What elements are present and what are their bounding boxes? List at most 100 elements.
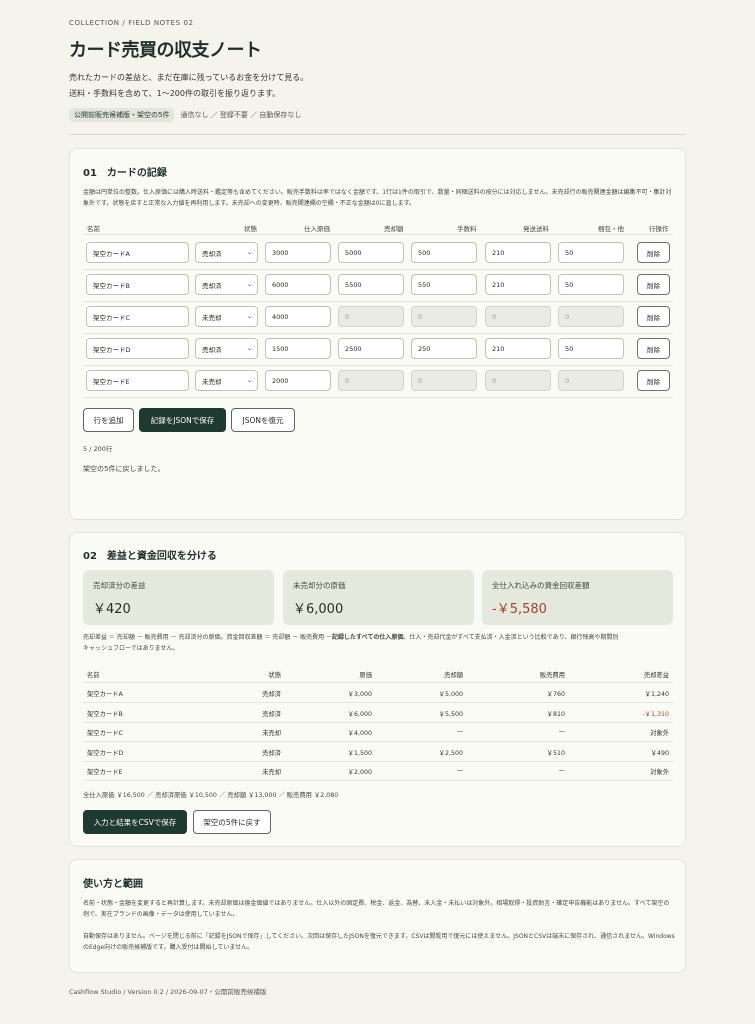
stat-sold-profit: 売却済分の差益 ￥420 <box>83 570 274 625</box>
formula-text: 売却差益 ＝ 売却額 － 販売費用 － 売却済分の原価。資金回収差額 ＝ 売却額… <box>83 634 332 641</box>
status-badge: 公開前販売候補版・架空の5件 <box>69 108 175 122</box>
cost-input[interactable]: 4000 <box>265 306 331 327</box>
pack-input: 0 <box>558 370 624 391</box>
reset-sample-button[interactable]: 架空の5件に戻す <box>193 810 271 834</box>
delete-row-button[interactable]: 削除 <box>637 370 670 391</box>
result-cell-name: 架空カードB <box>87 710 123 718</box>
fee-input[interactable]: 250 <box>411 338 477 359</box>
result-header-sale: 売却額 <box>444 672 463 679</box>
card-name-input[interactable]: 架空カードC <box>86 306 189 327</box>
records-title: 01 カードの記録 <box>83 168 167 179</box>
result-cell-expense: ￥810 <box>546 710 565 718</box>
table-row-divider <box>83 721 673 723</box>
status-select-value: 未売却 <box>202 313 222 322</box>
records-card: 01 カードの記録 金額は円単位の整数。仕入原価には購入時送料・鑑定等も含めてく… <box>69 148 686 520</box>
result-cell-cost: ￥2,000 <box>347 769 372 776</box>
stat-label: 未売却分の原価 <box>293 581 346 590</box>
chip-note: 通信なし ／ 登録不要 ／ 自動保存なし <box>180 111 302 119</box>
result-cell-name: 架空カードE <box>87 769 123 776</box>
result-cell-status: 未売却 <box>262 769 281 776</box>
footer: Cashflow Studio / Version 0.2 / 2026-09-… <box>69 988 267 996</box>
save-csv-button[interactable]: 入力と結果をCSVで保存 <box>83 810 187 834</box>
col-header-pack: 梱包・他 <box>598 225 624 233</box>
result-cell-sale: ￥5,500 <box>438 710 463 718</box>
status-select[interactable]: 売却済 ⌄ <box>195 338 258 359</box>
chip-row: 公開前販売候補版・架空の5件 通信なし ／ 登録不要 ／ 自動保存なし <box>69 108 301 122</box>
lead-line-2: 送料・手数料を含めて、1〜200件の取引を振り返ります。 <box>69 88 281 98</box>
delete-row-button[interactable]: 削除 <box>637 274 670 295</box>
card-name-input[interactable]: 架空カードB <box>86 274 189 295</box>
card-name-input[interactable]: 架空カードE <box>86 370 189 391</box>
col-header-actions: 行操作 <box>649 225 669 233</box>
pack-input[interactable]: 50 <box>558 338 624 359</box>
status-select-value: 売却済 <box>202 281 222 290</box>
stat-value: ￥6,000 <box>293 602 344 617</box>
save-json-button[interactable]: 記録をJSONで保存 <box>139 408 226 432</box>
result-cell-cost: ￥6,000 <box>347 710 372 718</box>
row-divider <box>83 269 673 270</box>
delete-row-button[interactable]: 削除 <box>637 242 670 263</box>
header-divider <box>83 234 673 235</box>
delete-row-button[interactable]: 削除 <box>637 306 670 327</box>
fee-input: 0 <box>411 306 477 327</box>
sale-input[interactable]: 5000 <box>338 242 404 263</box>
status-select[interactable]: 未売却 ⌄ <box>195 370 258 391</box>
lead-text: 売れたカードの差益と、まだ在庫に残っているお金を分けて見る。 送料・手数料を含め… <box>69 70 308 101</box>
chevron-down-icon: ⌄ <box>246 281 252 288</box>
cost-input[interactable]: 2000 <box>265 370 331 391</box>
result-header-status: 状態 <box>268 672 281 679</box>
cost-input[interactable]: 1500 <box>265 338 331 359</box>
ship-input[interactable]: 210 <box>485 242 551 263</box>
sale-input: 0 <box>338 370 404 391</box>
card-name-input[interactable]: 架空カードA <box>86 242 189 263</box>
status-select-value: 未売却 <box>202 377 222 386</box>
usage-paragraph-1: 名前・状態・金額を変更すると再計算します。未売却原価は換金価値ではありません。仕… <box>83 900 670 918</box>
formula-note: 売却差益 ＝ 売却額 － 販売費用 － 売却済分の原価。資金回収差額 ＝ 売却額… <box>83 632 675 654</box>
status-select[interactable]: 売却済 ⌄ <box>195 274 258 295</box>
status-message: 架空の5件に戻しました。 <box>83 465 165 473</box>
fee-input[interactable]: 500 <box>411 242 477 263</box>
status-select[interactable]: 売却済 ⌄ <box>195 242 258 263</box>
formula-emphasis: 記録したすべての仕入原価 <box>331 634 404 641</box>
result-cell-profit: ￥490 <box>650 749 669 757</box>
card-name-input[interactable]: 架空カードD <box>86 338 189 359</box>
summary-title: 02 差益と資金回収を分ける <box>83 551 217 562</box>
result-cell-profit: ￥1,240 <box>644 691 669 698</box>
col-header-fee: 手数料 <box>457 225 477 233</box>
chevron-down-icon: ⌄ <box>246 249 252 256</box>
result-cell-sale: — <box>456 767 463 774</box>
status-select[interactable]: 未売却 ⌄ <box>195 306 258 327</box>
table-divider <box>83 682 673 683</box>
stat-cash-recovery: 全仕入れ込みの資金回収差額 -￥5,580 <box>482 570 673 625</box>
sale-input[interactable]: 2500 <box>338 338 404 359</box>
cost-input[interactable]: 3000 <box>265 242 331 263</box>
chevron-down-icon: ⌄ <box>246 377 252 384</box>
records-note: 金額は円単位の整数。仕入原価には購入時送料・鑑定等も含めてください。販売手数料は… <box>83 189 672 207</box>
restore-json-button[interactable]: JSONを復元 <box>231 408 295 432</box>
ship-input: 0 <box>485 306 551 327</box>
col-header-cost: 仕入原価 <box>304 225 330 233</box>
ship-input[interactable]: 210 <box>485 274 551 295</box>
delete-row-button[interactable]: 削除 <box>637 338 670 359</box>
result-cell-profit: 対象外 <box>650 769 669 776</box>
result-header-profit: 売却差益 <box>643 672 669 679</box>
result-cell-profit: -￥1,310 <box>642 710 669 718</box>
table-row-divider <box>83 780 673 781</box>
result-header-cost: 原価 <box>359 672 372 679</box>
result-cell-name: 架空カードC <box>87 730 123 737</box>
result-cell-status: 売却済 <box>262 710 281 718</box>
stat-unsold-cost: 未売却分の原価 ￥6,000 <box>283 570 474 625</box>
cost-input[interactable]: 6000 <box>265 274 331 295</box>
ship-input[interactable]: 210 <box>485 338 551 359</box>
table-row-divider <box>83 760 673 762</box>
row-divider <box>83 397 673 398</box>
pack-input[interactable]: 50 <box>558 242 624 263</box>
sale-input[interactable]: 5500 <box>338 274 404 295</box>
col-header-name: 名前 <box>87 225 100 233</box>
col-header-ship: 発送送料 <box>523 225 549 233</box>
ship-input: 0 <box>485 370 551 391</box>
add-row-button[interactable]: 行を追加 <box>83 408 134 432</box>
fee-input[interactable]: 550 <box>411 274 477 295</box>
chevron-down-icon: ⌄ <box>246 313 252 320</box>
pack-input[interactable]: 50 <box>558 274 624 295</box>
